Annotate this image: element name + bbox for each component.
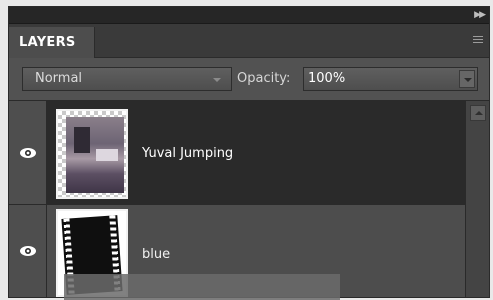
tab-layers[interactable]: LAYERS bbox=[9, 27, 95, 58]
eye-icon bbox=[20, 246, 36, 256]
scroll-up-button[interactable] bbox=[470, 105, 486, 121]
opacity-value: 100% bbox=[308, 71, 346, 86]
layer-list: Yuval Jumping blue bbox=[9, 101, 465, 297]
panel-top-bar: ▶▶ bbox=[9, 7, 489, 24]
tab-layers-label: LAYERS bbox=[19, 35, 76, 50]
menu-icon[interactable] bbox=[473, 36, 483, 45]
visibility-toggle[interactable] bbox=[9, 101, 47, 204]
eye-icon bbox=[20, 148, 36, 158]
overlay-shadow bbox=[64, 274, 340, 300]
blend-mode-dropdown[interactable]: Normal bbox=[22, 67, 232, 91]
chevron-down-icon bbox=[213, 78, 221, 82]
double-chevron-right-icon[interactable]: ▶▶ bbox=[474, 10, 486, 20]
photo-thumbnail-image bbox=[66, 117, 124, 193]
layer-name: blue bbox=[142, 247, 171, 262]
layer-controls: Normal Opacity: 100% bbox=[9, 58, 489, 101]
opacity-label: Opacity: bbox=[237, 71, 291, 86]
layer-thumbnail bbox=[56, 109, 128, 199]
panel-tab-row: LAYERS bbox=[9, 24, 489, 58]
opacity-field[interactable]: 100% bbox=[303, 67, 478, 91]
layers-panel: ▶▶ LAYERS Normal Opacity: 100% Yuval Jum… bbox=[8, 6, 490, 298]
vertical-scrollbar[interactable] bbox=[465, 101, 489, 297]
layer-name: Yuval Jumping bbox=[142, 146, 234, 161]
blend-mode-value: Normal bbox=[35, 71, 83, 86]
layer-row-yuval-jumping[interactable]: Yuval Jumping bbox=[9, 101, 465, 205]
opacity-dropdown-button[interactable] bbox=[459, 70, 475, 88]
visibility-toggle[interactable] bbox=[9, 205, 47, 297]
